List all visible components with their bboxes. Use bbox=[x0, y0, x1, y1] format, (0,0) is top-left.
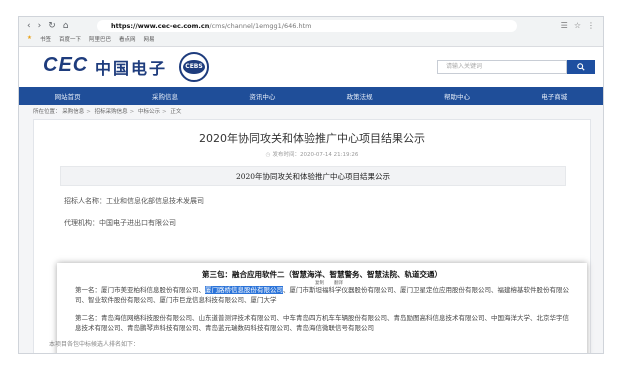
publish-label: 发布时间： bbox=[272, 152, 300, 158]
breadcrumb-item[interactable]: 中标公示 bbox=[138, 109, 160, 115]
publish-time: ◷ 发布时间：2020-07-14 21:19:26 bbox=[34, 150, 590, 158]
site-header: CEC 中国电子 CEBS 请输入关键词 bbox=[19, 47, 603, 87]
rank-first-prefix: 第一名：厦门市美亚柏科信息股份有限公司、 bbox=[75, 286, 205, 294]
address-bar[interactable]: https://www.cec-ec.com.cn/cms/channel/1e… bbox=[97, 20, 517, 32]
search-button[interactable] bbox=[567, 60, 595, 74]
home-button[interactable]: ⌂ bbox=[63, 21, 69, 31]
bookmark-item[interactable]: 网易 bbox=[144, 35, 155, 43]
main-nav: 网站首页 采购信息 资讯中心 政策法规 帮助中心 电子商城 bbox=[19, 87, 603, 105]
breadcrumb-label: 所在位置： bbox=[33, 109, 61, 115]
breadcrumb-item[interactable]: 招标采购信息 bbox=[95, 109, 128, 115]
more-icon[interactable]: ⋮ bbox=[587, 21, 595, 30]
star-icon[interactable]: ☆ bbox=[574, 21, 581, 30]
bookmark-item[interactable]: 看点网 bbox=[119, 35, 136, 43]
nav-item-mall[interactable]: 电子商城 bbox=[541, 91, 567, 101]
browser-chrome: ‹ › ↻ ⌂ https://www.cec-ec.com.cn/cms/ch… bbox=[19, 17, 603, 47]
selected-text[interactable]: 厦门路桥信息股份有限公司 bbox=[205, 286, 283, 294]
rank-first-paragraph: 第一名：厦门市美亚柏科信息股份有限公司、厦门路桥信息股份有限公司、厦门市斯坦福科… bbox=[75, 285, 573, 305]
rank-second-paragraph: 第二名：青岛海信网络科技股份有限公司、山东道普测评技术有限公司、中车青岛四方机车… bbox=[75, 314, 569, 332]
page-title: 2020年协同攻关和体验推广中心项目结果公示 bbox=[199, 132, 425, 145]
reload-button[interactable]: ↻ bbox=[48, 21, 56, 31]
breadcrumb-item[interactable]: 采购信息 bbox=[62, 109, 84, 115]
site-logo-cn[interactable]: 中国电子 bbox=[95, 55, 167, 79]
publish-value: 2020-07-14 21:19:26 bbox=[299, 152, 359, 158]
forward-button[interactable]: › bbox=[38, 21, 42, 31]
search-icon bbox=[577, 63, 585, 71]
site-logo[interactable]: CEC bbox=[43, 54, 88, 77]
breadcrumb-current: 正文 bbox=[170, 109, 182, 115]
clock-icon: ◷ bbox=[265, 152, 271, 158]
nav-item-home[interactable]: 网站首页 bbox=[55, 91, 81, 101]
nav-item-policy[interactable]: 政策法规 bbox=[347, 91, 373, 101]
footer-text: 本项目各包中标候选人排名如下： bbox=[49, 341, 140, 348]
badge-text: CEBS bbox=[183, 60, 205, 74]
browser-toolbar-icons: ☰ ☆ ⋮ bbox=[561, 21, 595, 30]
bookmark-item[interactable]: 书签 bbox=[40, 35, 51, 43]
package-heading: 第三包：融合应用软件二（智慧海洋、智慧警务、智慧法院、轨道交通） bbox=[202, 270, 442, 279]
document-title: 2020年协同攻关和体验推广中心项目结果公示 bbox=[60, 166, 566, 186]
bookmark-item[interactable]: 阿里巴巴 bbox=[89, 35, 111, 43]
browser-window: ‹ › ↻ ⌂ https://www.cec-ec.com.cn/cms/ch… bbox=[18, 16, 604, 354]
nav-item-news[interactable]: 资讯中心 bbox=[249, 91, 275, 101]
menu-icon[interactable]: ☰ bbox=[561, 21, 568, 30]
tenderer-line: 招标人名称：工业和信息化部信息技术发展司 bbox=[64, 197, 204, 205]
browser-nav: ‹ › ↻ ⌂ bbox=[27, 21, 68, 31]
url-host: https://www.cec-ec.com.cn bbox=[111, 22, 210, 30]
nav-item-procurement[interactable]: 采购信息 bbox=[152, 91, 178, 101]
agency-line: 代理机构：中国电子进出口有限公司 bbox=[64, 219, 176, 227]
nav-item-help[interactable]: 帮助中心 bbox=[444, 91, 470, 101]
url-path: /cms/channel/1emgg1/646.htm bbox=[209, 22, 312, 30]
back-button[interactable]: ‹ bbox=[27, 21, 31, 31]
bookmark-star-icon[interactable]: ★ bbox=[27, 35, 32, 43]
bookmarks-bar: ★ 书签 百度一下 阿里巴巴 看点网 网易 bbox=[27, 35, 155, 43]
breadcrumb: 所在位置： 采购信息 > 招标采购信息 > 中标公示 > 正文 bbox=[33, 109, 182, 115]
search-input[interactable]: 请输入关键词 bbox=[437, 60, 567, 74]
bookmark-item[interactable]: 百度一下 bbox=[59, 35, 81, 43]
cebs-badge-icon: CEBS bbox=[179, 52, 209, 82]
